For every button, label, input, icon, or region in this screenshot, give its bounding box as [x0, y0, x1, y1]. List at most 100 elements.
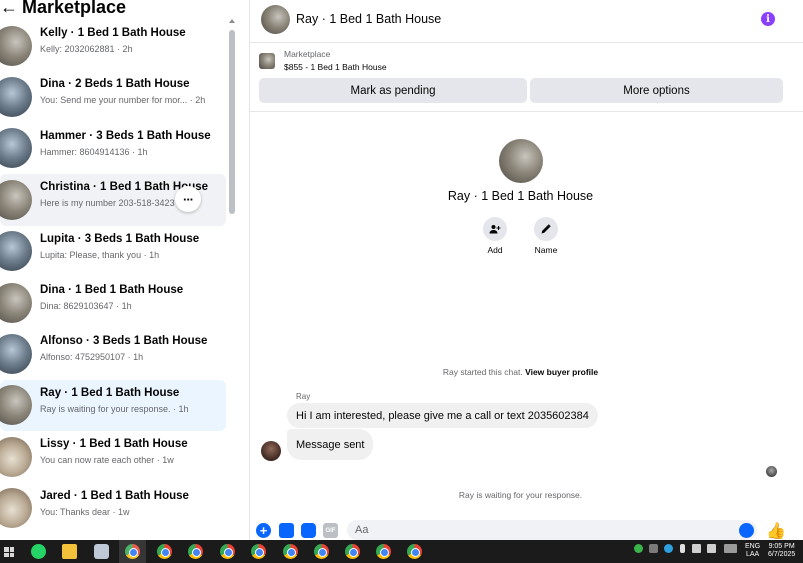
clock-time: 9:05 PM — [768, 543, 795, 550]
conversation-preview: You: Thanks dear · 1w — [40, 506, 130, 517]
message-bubble[interactable]: Hi I am interested, please give me a cal… — [287, 403, 598, 428]
listing-price-title[interactable]: $855 - 1 Bed 1 Bath House — [284, 62, 387, 72]
tray-app-icon[interactable] — [649, 544, 658, 553]
volume-icon[interactable] — [707, 544, 716, 553]
chat-title[interactable]: Ray · 1 Bed 1 Bath House — [296, 12, 441, 26]
add-person-icon — [483, 217, 507, 241]
conversation-item-dina-2beds[interactable]: Dina · 2 Beds 1 Bath House You: Send me … — [0, 71, 226, 122]
pencil-icon — [534, 217, 558, 241]
conversation-item-hammer[interactable]: Hammer · 3 Beds 1 Bath House Hammer: 860… — [0, 123, 226, 174]
conversation-title: Lupita · 3 Beds 1 Bath House — [40, 232, 200, 245]
avatar — [0, 231, 32, 272]
tray-app-icon[interactable] — [664, 544, 673, 553]
chrome-icon[interactable] — [283, 544, 298, 559]
conversation-list: Kelly · 1 Bed 1 Bath House Kelly: 203206… — [0, 20, 226, 534]
conversation-preview: Kelly: 2032062881 · 2h — [40, 44, 133, 54]
sidebar-title: Marketplace — [22, 0, 127, 17]
chrome-icon[interactable] — [407, 544, 422, 559]
conversation-title: Hammer · 3 Beds 1 Bath House — [40, 129, 211, 142]
name-label: Name — [534, 245, 558, 255]
file-explorer-icon[interactable] — [62, 544, 77, 559]
thumbs-up-icon[interactable]: 👍 — [766, 521, 786, 541]
plus-icon[interactable]: + — [256, 523, 271, 538]
sender-name: Ray — [296, 392, 311, 401]
mark-as-pending-button[interactable]: Mark as pending — [259, 78, 527, 103]
chat-panel: Ray · 1 Bed 1 Bath House i Marketplace $… — [249, 0, 803, 540]
conversation-preview: Alfonso: 4752950107 · 1h — [40, 352, 144, 363]
emoji-icon[interactable] — [739, 523, 754, 538]
conversation-sidebar: ← Marketplace Kelly · 1 Bed 1 Bath House… — [0, 0, 238, 540]
name-button[interactable]: Name — [531, 217, 561, 255]
chrome-icon[interactable] — [314, 544, 329, 559]
conversation-preview: Ray is waiting for your response. · 1h — [40, 403, 189, 414]
message-thread: Ray · 1 Bed 1 Bath House Add Name Ray st… — [250, 113, 803, 518]
listing-thumbnail[interactable] — [259, 53, 275, 69]
conversation-item-ray[interactable]: Ray · 1 Bed 1 Bath House Ray is waiting … — [0, 379, 226, 432]
chrome-icon[interactable] — [188, 544, 203, 559]
scroll-up-arrow-icon[interactable] — [229, 19, 235, 23]
language-top: ENG — [745, 543, 761, 550]
back-arrow-icon[interactable]: ← — [0, 0, 18, 18]
conversation-item-alfonso[interactable]: Alfonso · 3 Beds 1 Bath House Alfonso: 4… — [0, 328, 226, 379]
chat-started-notice: Ray started this chat. View buyer profil… — [250, 367, 791, 377]
windows-start-icon[interactable] — [4, 547, 14, 557]
conversation-preview: Lupita: Please, thank you · 1h — [40, 249, 160, 260]
message-input[interactable] — [347, 520, 757, 540]
avatar[interactable] — [261, 5, 290, 34]
chrome-icon[interactable] — [157, 544, 172, 559]
message-composer: + GIF 👍 — [250, 518, 803, 540]
network-icon[interactable] — [692, 544, 701, 553]
avatar — [0, 128, 32, 169]
keyboard-icon[interactable] — [724, 544, 737, 553]
chrome-icon[interactable] — [251, 544, 266, 559]
avatar — [0, 334, 32, 375]
conversation-preview: You: Send me your number for mor... · 2h — [40, 95, 206, 106]
conversation-item-lissy[interactable]: Lissy · 1 Bed 1 Bath House You can now r… — [0, 431, 226, 482]
language-indicator[interactable]: ENG LAA — [745, 543, 760, 559]
tray-app-icon[interactable] — [634, 544, 643, 553]
clock-date: 6/7/2025 — [768, 551, 796, 558]
avatar[interactable] — [499, 139, 543, 183]
conversation-item-kelly[interactable]: Kelly · 1 Bed 1 Bath House Kelly: 203206… — [0, 20, 226, 71]
gif-icon[interactable]: GIF — [323, 523, 338, 538]
chat-header: Ray · 1 Bed 1 Bath House i — [250, 0, 803, 43]
conversation-title: Jared · 1 Bed 1 Bath House — [40, 489, 189, 502]
more-options-icon[interactable]: ··· — [175, 186, 201, 213]
chrome-icon[interactable] — [345, 544, 360, 559]
avatar — [0, 77, 32, 118]
avatar — [0, 25, 32, 66]
clock[interactable]: 9:05 PM 6/7/2025 — [768, 543, 795, 559]
sidebar-scrollbar[interactable] — [229, 30, 235, 214]
avatar — [0, 179, 32, 220]
conversation-preview: You can now rate each other · 1w — [40, 455, 174, 466]
info-icon[interactable]: i — [761, 12, 775, 26]
conversation-title: Dina · 2 Beds 1 Bath House — [40, 78, 190, 91]
view-buyer-profile-link[interactable]: View buyer profile — [525, 367, 598, 377]
microphone-icon[interactable] — [680, 544, 685, 553]
more-options-button[interactable]: More options — [530, 78, 783, 103]
conversation-preview: Dina: 8629103647 · 1h — [40, 300, 132, 311]
avatar — [0, 385, 32, 426]
conversation-title: Ray · 1 Bed 1 Bath House — [40, 386, 180, 399]
chat-started-text: Ray started this chat. — [442, 367, 523, 377]
conversation-item-lupita[interactable]: Lupita · 3 Beds 1 Bath House Lupita: Ple… — [0, 226, 226, 277]
sticker-icon[interactable] — [301, 523, 316, 538]
conversation-item-dina-1bed[interactable]: Dina · 1 Bed 1 Bath House Dina: 86291036… — [0, 277, 226, 328]
conversation-item-jared[interactable]: Jared · 1 Bed 1 Bath House You: Thanks d… — [0, 483, 226, 534]
listing-card: Marketplace $855 - 1 Bed 1 Bath House Ma… — [250, 44, 803, 112]
avatar — [0, 282, 32, 323]
whatsapp-icon[interactable] — [31, 544, 46, 559]
messenger-window: ← Marketplace Kelly · 1 Bed 1 Bath House… — [0, 0, 803, 540]
game-app-icon[interactable] — [94, 544, 109, 559]
conversation-item-christina[interactable]: Christina · 1 Bed 1 Bath House Here is m… — [0, 174, 226, 226]
chrome-icon[interactable] — [376, 544, 391, 559]
photo-icon[interactable] — [279, 523, 294, 538]
chrome-icon[interactable] — [220, 544, 235, 559]
conversation-title: Alfonso · 3 Beds 1 Bath House — [40, 335, 208, 348]
chrome-icon[interactable] — [119, 540, 146, 563]
add-button[interactable]: Add — [480, 217, 510, 255]
conversation-title: Kelly · 1 Bed 1 Bath House — [40, 27, 186, 39]
avatar[interactable] — [261, 441, 281, 461]
listing-source: Marketplace — [284, 49, 331, 59]
message-bubble[interactable]: Message sent — [287, 429, 374, 460]
